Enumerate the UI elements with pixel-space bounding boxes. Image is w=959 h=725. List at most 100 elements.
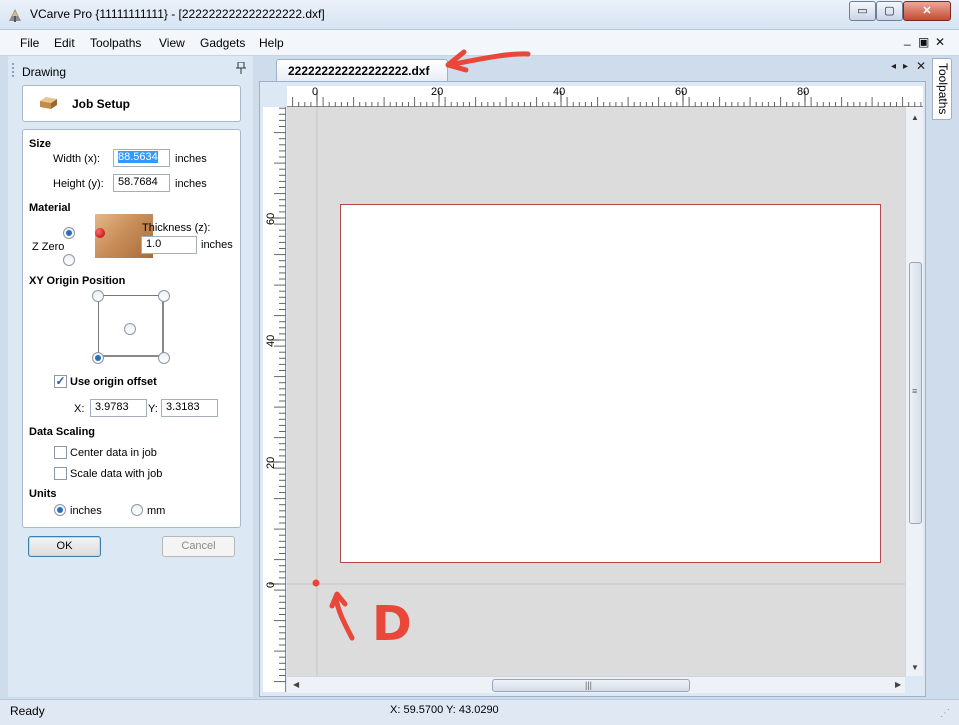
use-origin-offset-checkbox[interactable]: ✓	[54, 375, 67, 388]
drawing-panel-header: Drawing	[8, 60, 253, 80]
document-tab-label: 222222222222222222.dxf	[288, 64, 430, 78]
top-ruler-label-80: 80	[797, 86, 810, 98]
toolpaths-side-tab[interactable]: Toolpaths	[932, 58, 952, 120]
horizontal-scrollbar[interactable]: ◀ ||| ▶	[287, 676, 905, 693]
scale-data-checkbox[interactable]	[54, 467, 67, 480]
toolpaths-tab-label: Toolpaths	[936, 63, 950, 115]
maximize-icon: ▢	[884, 5, 895, 17]
vscroll-grip-icon: ≡	[912, 386, 918, 396]
offset-x-value: 3.9783	[95, 401, 129, 413]
height-unit: inches	[175, 178, 207, 190]
thickness-unit: inches	[201, 239, 233, 251]
drawing-canvas[interactable]: ◀	[287, 107, 905, 676]
material-block-icon	[40, 97, 57, 109]
document-tab[interactable]: 222222222222222222.dxf	[276, 59, 448, 81]
mdi-restore-icon[interactable]: ▣	[918, 35, 929, 49]
left-ruler-label-0: 0	[265, 581, 277, 588]
left-ruler-label-40: 40	[265, 334, 277, 347]
tab-next-icon[interactable]: ▸	[903, 61, 908, 72]
ok-button[interactable]: OK	[28, 536, 101, 557]
center-data-label: Center data in job	[70, 447, 157, 459]
panel-grip-icon[interactable]	[12, 63, 14, 77]
panel-title: Drawing	[22, 65, 67, 79]
vertical-scroll-thumb[interactable]: ≡	[909, 262, 922, 524]
job-material-area[interactable]	[340, 204, 881, 563]
top-ruler-ticks	[292, 91, 922, 107]
job-setup-header: Job Setup	[22, 85, 241, 122]
thickness-value: 1.0	[146, 238, 162, 250]
use-origin-offset-label: Use origin offset	[70, 376, 157, 388]
menu-file[interactable]: File	[20, 36, 39, 50]
origin-bottom-right-radio[interactable]	[158, 352, 170, 364]
menu-gadgets[interactable]: Gadgets	[200, 36, 245, 50]
zzero-bottom-radio[interactable]	[63, 254, 75, 266]
thickness-input[interactable]: 1.0	[141, 236, 197, 254]
minimize-icon: ▭	[857, 5, 868, 17]
top-ruler: 0 20 40 60 80	[287, 86, 923, 107]
scroll-down-icon[interactable]: ▼	[911, 663, 919, 672]
units-inches-radio[interactable]	[54, 504, 66, 516]
menu-help[interactable]: Help	[259, 36, 284, 50]
offset-y-input[interactable]: 3.3183	[161, 399, 218, 417]
size-heading: Size	[29, 138, 52, 150]
scale-data-label: Scale data with job	[70, 468, 163, 480]
offset-x-label: X:	[74, 403, 85, 415]
cancel-button[interactable]: Cancel	[162, 536, 235, 557]
mdi-minimize-icon[interactable]: _	[904, 32, 911, 46]
close-window-button[interactable]: ✕	[903, 1, 951, 21]
width-value: 88.5634	[118, 151, 158, 163]
hscroll-grip-icon: |||	[585, 680, 593, 690]
vcarve-app-icon	[9, 9, 21, 22]
pin-icon[interactable]	[236, 61, 246, 77]
maximize-window-button[interactable]: ▢	[876, 1, 903, 21]
material-heading: Material	[29, 202, 71, 214]
height-value: 58.7684	[118, 176, 158, 188]
offset-y-label: Y:	[148, 403, 158, 415]
thickness-label: Thickness (z):	[142, 222, 211, 234]
mdi-close-icon[interactable]: ✕	[935, 35, 945, 49]
top-ruler-label-40: 40	[553, 86, 566, 98]
top-ruler-label-60: 60	[675, 86, 688, 98]
top-ruler-label-0: 0	[312, 86, 319, 98]
horizontal-scroll-thumb[interactable]: |||	[492, 679, 690, 692]
tab-close-icon[interactable]: ✕	[916, 59, 926, 73]
menu-toolpaths[interactable]: Toolpaths	[90, 36, 141, 50]
origin-top-left-radio[interactable]	[92, 290, 104, 302]
width-input[interactable]: 88.5634	[113, 149, 170, 167]
zzero-label: Z Zero	[32, 241, 65, 253]
tab-prev-icon[interactable]: ◂	[891, 61, 896, 72]
origin-top-right-radio[interactable]	[158, 290, 170, 302]
center-data-checkbox[interactable]	[54, 446, 67, 459]
width-unit: inches	[175, 153, 207, 165]
data-scaling-heading: Data Scaling	[29, 426, 96, 438]
height-input[interactable]: 58.7684	[113, 174, 170, 192]
width-label: Width (x):	[53, 153, 101, 165]
menu-view[interactable]: View	[159, 36, 185, 50]
left-ruler-ticks	[269, 107, 286, 683]
hscroll-right-icon[interactable]: ▶	[895, 680, 901, 689]
hscroll-left-icon[interactable]: ◀	[293, 680, 299, 689]
left-ruler: 60 40 20 0	[263, 107, 286, 692]
offset-x-input[interactable]: 3.9783	[90, 399, 147, 417]
scroll-up-icon[interactable]: ▲	[911, 113, 919, 122]
drawing-panel: Drawing Job Setup Size Width (x): 88.563…	[8, 56, 253, 697]
left-ruler-label-60: 60	[265, 212, 277, 225]
job-setup-form: Size Width (x): 88.5634 inches Height (y…	[22, 129, 241, 528]
xy-origin-heading: XY Origin Position	[29, 275, 126, 287]
cursor-coordinates: X: 59.5700 Y: 43.0290	[390, 704, 499, 716]
zzero-top-radio[interactable]	[63, 227, 75, 239]
menu-bar: File Edit Toolpaths View Gadgets Help _ …	[0, 30, 959, 56]
window-title: VCarve Pro {11111111111} - [222222222222…	[30, 7, 325, 21]
status-bar: Ready X: 59.5700 Y: 43.0290 ⋰	[0, 699, 959, 725]
close-icon: ✕	[922, 5, 932, 17]
units-mm-radio[interactable]	[131, 504, 143, 516]
title-bar: VCarve Pro {11111111111} - [222222222222…	[0, 0, 959, 30]
menu-edit[interactable]: Edit	[54, 36, 75, 50]
origin-center-radio[interactable]	[124, 323, 136, 335]
minimize-window-button[interactable]: ▭	[849, 1, 876, 21]
origin-bottom-left-radio[interactable]	[92, 352, 104, 364]
units-inches-label: inches	[70, 505, 102, 517]
resize-grip-icon[interactable]: ⋰	[940, 708, 950, 719]
units-heading: Units	[29, 488, 57, 500]
vertical-scrollbar[interactable]: ▲ ≡ ▼	[905, 107, 923, 676]
